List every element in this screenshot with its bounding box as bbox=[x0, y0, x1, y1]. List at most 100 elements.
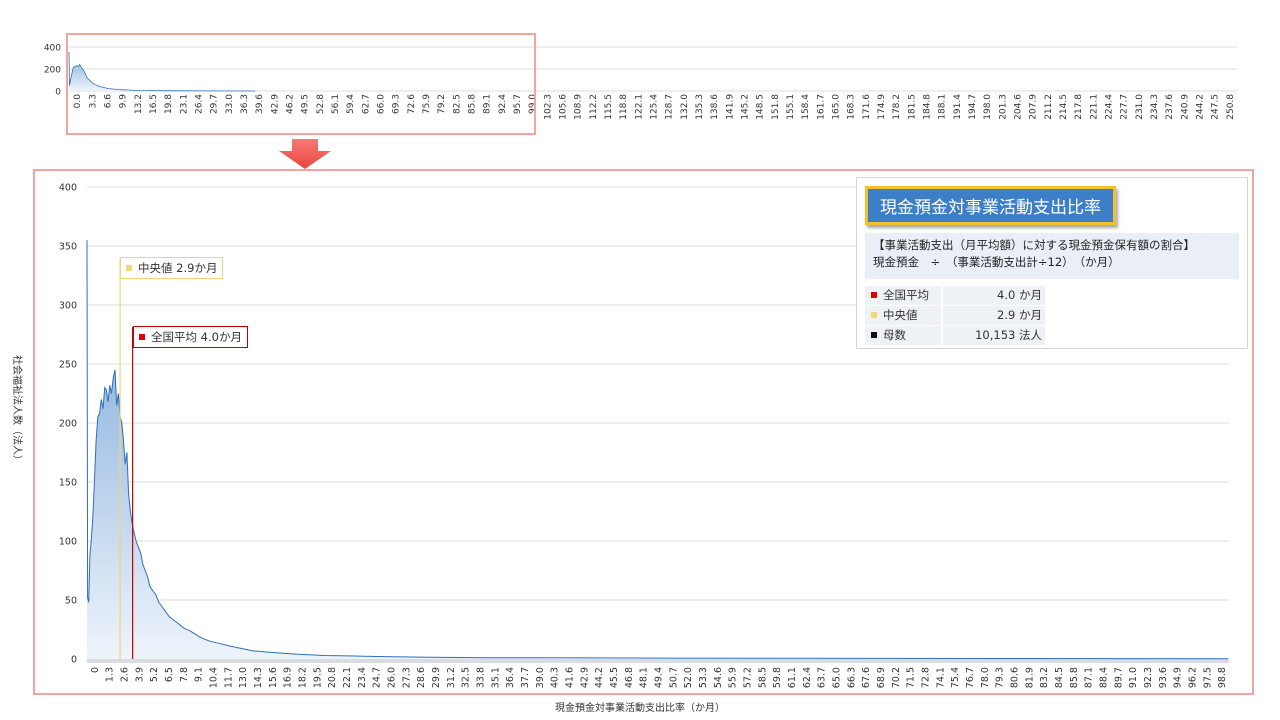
stat-value-count: 10,153 法人 bbox=[943, 326, 1045, 345]
x-tick-label: 68.9 bbox=[876, 667, 887, 688]
median-callout: 中央値 2.9か月 bbox=[120, 257, 224, 279]
x-tick-label: 84.5 bbox=[1054, 667, 1065, 688]
x-tick-label: 31.2 bbox=[446, 667, 457, 688]
x-tick-label: 24.7 bbox=[372, 667, 383, 688]
y-tick-label: 250 bbox=[59, 360, 77, 371]
stat-label-count: 母数 bbox=[883, 328, 906, 342]
y-tick-label: 300 bbox=[59, 301, 77, 312]
x-tick-label: 78.0 bbox=[980, 667, 991, 688]
x-tick-label: 19.5 bbox=[312, 667, 323, 688]
x-tick-label: 71.5 bbox=[906, 667, 917, 688]
x-tick-label: 39.0 bbox=[535, 667, 546, 688]
info-description: 【事業活動支出（月平均額）に対する現金預金保有額の割合】 現金預金 ÷ （事業活… bbox=[865, 233, 1239, 279]
x-tick-label: 74.1 bbox=[935, 667, 946, 688]
x-tick-label: 52.0 bbox=[683, 667, 694, 688]
x-tick-label: 15.6 bbox=[268, 667, 279, 688]
x-tick-label: 94.9 bbox=[1173, 667, 1184, 688]
x-tick-label: 36.4 bbox=[505, 667, 516, 688]
x-tick-label: 42.9 bbox=[579, 667, 590, 688]
info-desc-line2: 現金預金 ÷ （事業活動支出計÷12） （か月） bbox=[873, 255, 1120, 269]
main-x-ticks: 0 1.3 2.6 3.9 5.2 6.5 7.8 9.1 10.4 11.7 13.0 14.3 15… bbox=[90, 667, 1228, 688]
count-square-icon bbox=[871, 332, 877, 338]
x-tick-label: 72.8 bbox=[921, 667, 932, 688]
x-tick-label: 57.2 bbox=[743, 667, 754, 688]
x-tick-label: 26.0 bbox=[387, 667, 398, 688]
x-tick-label: 41.6 bbox=[565, 667, 576, 688]
x-tick-label: 97.5 bbox=[1202, 667, 1213, 688]
x-tick-label: 9.1 bbox=[194, 667, 205, 682]
main-y-ticks: 0 50 100 150 200 250 300 350 400 bbox=[59, 183, 77, 666]
x-tick-label: 49.4 bbox=[654, 667, 665, 688]
median-marker-icon bbox=[126, 265, 132, 271]
x-tick-label: 44.2 bbox=[594, 667, 605, 688]
x-tick-label: 37.7 bbox=[520, 667, 531, 688]
mean-marker-icon bbox=[139, 334, 145, 340]
x-tick-label: 28.6 bbox=[416, 667, 427, 688]
x-tick-label: 65.0 bbox=[832, 667, 843, 688]
y-tick-label: 350 bbox=[59, 242, 77, 253]
x-tick-label: 76.7 bbox=[965, 667, 976, 688]
x-tick-label: 87.1 bbox=[1084, 667, 1095, 688]
main-histogram-chart: 0 50 100 150 200 250 300 350 400 0 1.3 2.6 3.9 5.2 6.… bbox=[11, 169, 1254, 714]
y-tick-label: 50 bbox=[65, 596, 77, 607]
x-tick-label: 22.1 bbox=[342, 667, 353, 688]
x-tick-label: 83.2 bbox=[1039, 667, 1050, 688]
stat-value-median: 2.9 か月 bbox=[943, 306, 1045, 325]
x-tick-label: 13.0 bbox=[238, 667, 249, 688]
x-tick-label: 50.7 bbox=[668, 667, 679, 688]
stat-row-median: 中央値 2.9 か月 bbox=[865, 306, 1045, 325]
x-tick-label: 63.7 bbox=[817, 667, 828, 688]
x-tick-label: 16.9 bbox=[283, 667, 294, 688]
x-tick-label: 0 bbox=[90, 667, 101, 673]
x-tick-label: 61.1 bbox=[787, 667, 798, 688]
x-tick-label: 48.1 bbox=[639, 667, 650, 688]
x-tick-label: 80.6 bbox=[1009, 667, 1020, 688]
x-tick-label: 29.9 bbox=[431, 667, 442, 688]
y-tick-label: 400 bbox=[59, 183, 77, 194]
x-tick-label: 40.3 bbox=[550, 667, 561, 688]
x-tick-label: 93.6 bbox=[1158, 667, 1169, 688]
x-tick-label: 85.8 bbox=[1069, 667, 1080, 688]
y-tick-label: 150 bbox=[59, 478, 77, 489]
x-tick-label: 92.3 bbox=[1143, 667, 1154, 688]
x-axis-band bbox=[87, 659, 1229, 663]
x-tick-label: 70.2 bbox=[891, 667, 902, 688]
stat-row-count: 母数 10,153 法人 bbox=[865, 326, 1045, 345]
x-tick-label: 53.3 bbox=[698, 667, 709, 688]
x-tick-label: 7.8 bbox=[179, 667, 190, 682]
x-tick-label: 98.8 bbox=[1217, 667, 1228, 688]
info-title: 現金預金対事業活動支出比率 bbox=[865, 186, 1116, 225]
x-tick-label: 20.8 bbox=[327, 667, 338, 688]
median-callout-text: 中央値 2.9か月 bbox=[138, 261, 218, 275]
x-tick-label: 10.4 bbox=[209, 667, 220, 688]
x-tick-label: 75.4 bbox=[950, 667, 961, 688]
x-tick-label: 88.4 bbox=[1098, 667, 1109, 688]
mean-callout: 全国平均 4.0か月 bbox=[133, 326, 248, 348]
stat-value-mean: 4.0 か月 bbox=[943, 286, 1045, 305]
x-tick-label: 96.2 bbox=[1187, 667, 1198, 688]
x-tick-label: 67.6 bbox=[861, 667, 872, 688]
x-tick-label: 23.4 bbox=[357, 667, 368, 688]
x-tick-label: 54.6 bbox=[713, 667, 724, 688]
x-tick-label: 1.3 bbox=[105, 667, 116, 682]
x-tick-label: 45.5 bbox=[609, 667, 620, 688]
x-tick-label: 32.5 bbox=[461, 667, 472, 688]
x-tick-label: 11.7 bbox=[223, 667, 234, 688]
stat-label-median: 中央値 bbox=[883, 308, 918, 322]
info-desc-line1: 【事業活動支出（月平均額）に対する現金預金保有額の割合】 bbox=[873, 238, 1195, 252]
x-tick-label: 66.3 bbox=[846, 667, 857, 688]
x-tick-label: 58.5 bbox=[757, 667, 768, 688]
x-tick-label: 2.6 bbox=[120, 667, 131, 682]
x-tick-label: 89.7 bbox=[1113, 667, 1124, 688]
x-tick-label: 35.1 bbox=[490, 667, 501, 688]
y-tick-label: 200 bbox=[59, 419, 77, 430]
main-x-axis-band bbox=[87, 659, 1229, 663]
x-tick-label: 27.3 bbox=[401, 667, 412, 688]
x-tick-label: 62.4 bbox=[802, 667, 813, 688]
x-tick-label: 81.9 bbox=[1024, 667, 1035, 688]
mean-square-icon bbox=[871, 292, 877, 298]
x-tick-label: 14.3 bbox=[253, 667, 264, 688]
y-tick-label: 0 bbox=[71, 655, 77, 666]
info-panel: 現金預金対事業活動支出比率 【事業活動支出（月平均額）に対する現金預金保有額の割… bbox=[856, 177, 1248, 349]
x-tick-label: 55.9 bbox=[728, 667, 739, 688]
